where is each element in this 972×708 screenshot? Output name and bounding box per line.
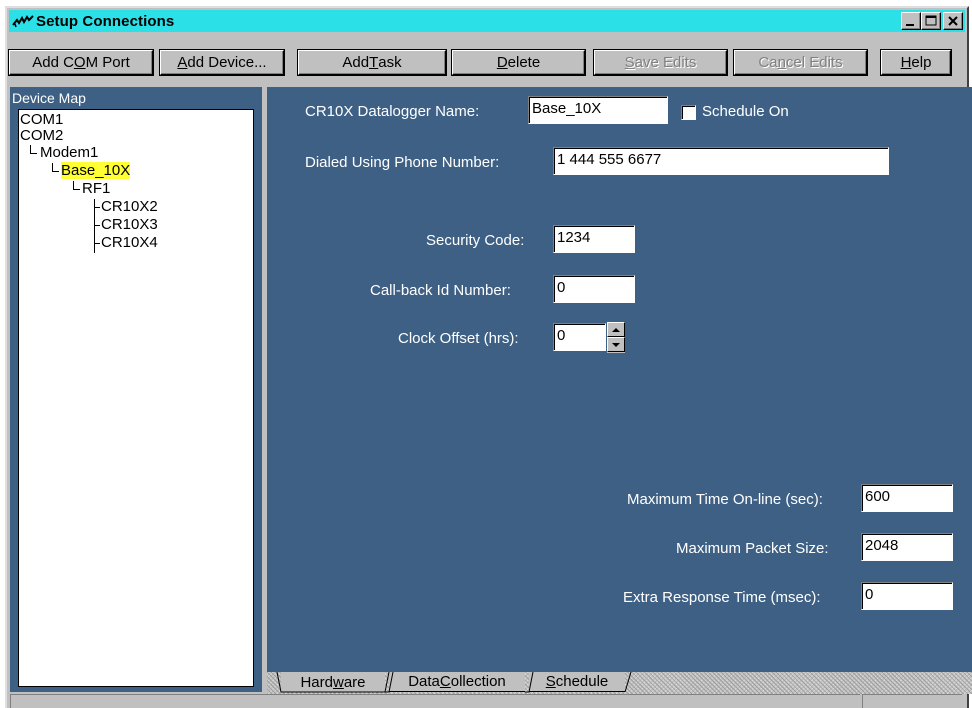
spin-up-button[interactable] xyxy=(607,322,625,337)
tab-strip: Hard w are Data Collection Schedule xyxy=(267,672,972,694)
save-edits-label-post: ave Edits xyxy=(634,54,697,71)
add-device-label-post: dd Device... xyxy=(187,54,267,71)
tree-item-cr10x2-label: CR10X2 xyxy=(101,198,158,215)
delete-label-accel: D xyxy=(496,54,508,71)
add-com-port-label-post: M Port xyxy=(85,54,130,71)
maximize-icon xyxy=(925,15,937,26)
phone-number-label: Dialed Using Phone Number: xyxy=(305,154,500,171)
schedule-on-label: Schedule On xyxy=(702,103,789,120)
cancel-edits-button[interactable]: Ca n cel Edits xyxy=(734,50,867,75)
max-time-online-input[interactable]: 600 xyxy=(861,484,953,512)
close-icon xyxy=(948,16,958,26)
spin-down-button[interactable] xyxy=(607,337,625,352)
device-tree[interactable]: COM1 COM2 Modem1 Base_10X RF1 CR10X2 CR1… xyxy=(18,109,254,687)
clock-offset-input[interactable]: 0 xyxy=(553,323,606,351)
tree-connector xyxy=(94,207,100,208)
help-label-accel: H xyxy=(900,54,912,71)
tree-item-modem1[interactable]: Modem1 xyxy=(40,144,98,161)
tree-item-rf1[interactable]: RF1 xyxy=(82,180,110,197)
datalogger-name-label: CR10X Datalogger Name: xyxy=(305,103,480,120)
add-com-port-label-pre: Add C xyxy=(32,54,74,71)
down-arrow-icon xyxy=(612,342,620,347)
tree-item-com2-label: COM2 xyxy=(20,127,64,144)
cancel-edits-label-pre: Ca xyxy=(758,54,778,71)
toolbar: Add COM Port Add Device... Add Task Dele… xyxy=(9,34,969,75)
tree-item-rf1-label: RF1 xyxy=(82,180,111,197)
tree-item-com2[interactable]: COM2 xyxy=(20,127,63,144)
hardware-settings-panel: CR10X Datalogger Name: Base_10X Schedule… xyxy=(267,87,972,672)
help-button[interactable]: Help xyxy=(881,50,951,75)
tree-connector xyxy=(94,225,100,226)
datalogger-name-input[interactable]: Base_10X xyxy=(528,96,668,124)
cancel-edits-label-post: cel Edits xyxy=(785,54,843,71)
device-map-title: Device Map xyxy=(12,90,86,106)
minimize-button[interactable] xyxy=(901,12,921,30)
delete-button[interactable]: Delete xyxy=(452,50,585,75)
status-bar-panel xyxy=(862,694,962,708)
max-time-online-label: Maximum Time On-line (sec): xyxy=(627,491,823,508)
schedule-on-checkbox[interactable] xyxy=(681,105,696,120)
antenna-icon xyxy=(12,15,34,28)
tree-item-cr10x3-label: CR10X3 xyxy=(101,216,158,233)
extra-response-time-label: Extra Response Time (msec): xyxy=(623,589,821,606)
tree-item-com1[interactable]: COM1 xyxy=(20,111,63,128)
add-task-label-post: ask xyxy=(378,54,402,71)
max-packet-size-label: Maximum Packet Size: xyxy=(676,540,829,557)
delete-label-post: elete xyxy=(507,54,541,71)
minimize-icon xyxy=(906,24,914,26)
tree-item-cr10x2[interactable]: CR10X2 xyxy=(101,198,158,215)
save-edits-button[interactable]: Save Edits xyxy=(594,50,727,75)
title-bar[interactable]: Setup Connections xyxy=(9,10,965,32)
tree-item-cr10x4-label: CR10X4 xyxy=(101,234,158,251)
phone-number-input[interactable]: 1 444 555 6677 xyxy=(553,147,889,175)
window-title: Setup Connections xyxy=(36,12,175,30)
maximize-button[interactable] xyxy=(921,12,941,30)
tree-item-modem1-label: Modem1 xyxy=(40,144,99,161)
window-controls xyxy=(901,12,963,30)
add-task-label-pre: Add xyxy=(342,54,370,71)
security-code-input[interactable]: 1234 xyxy=(553,225,635,253)
security-code-label: Security Code: xyxy=(426,232,525,249)
device-map-panel: Device Map COM1 COM2 Modem1 Base_10X RF1… xyxy=(10,87,262,692)
callback-id-label: Call-back Id Number: xyxy=(370,282,511,299)
clock-offset-spinner[interactable] xyxy=(607,322,625,353)
add-com-port-button[interactable]: Add COM Port xyxy=(9,50,153,75)
tree-connector xyxy=(30,145,37,154)
save-edits-label-accel: S xyxy=(624,54,635,71)
tree-connector xyxy=(73,181,80,190)
close-button[interactable] xyxy=(943,12,963,30)
clock-offset-label: Clock Offset (hrs): xyxy=(398,330,519,347)
extra-response-time-input[interactable]: 0 xyxy=(861,582,953,610)
tab-outline-decoration xyxy=(276,672,632,693)
tree-connector xyxy=(52,163,59,172)
cancel-edits-label-accel: n xyxy=(777,54,786,71)
add-device-button[interactable]: Add Device... xyxy=(160,50,284,75)
add-device-label-accel: A xyxy=(177,54,188,71)
tree-item-base-10x-label: Base_10X xyxy=(61,162,131,179)
callback-id-input[interactable]: 0 xyxy=(553,275,635,303)
tree-item-cr10x4[interactable]: CR10X4 xyxy=(101,234,158,251)
help-label-post: elp xyxy=(911,54,932,71)
status-bar xyxy=(10,694,860,708)
tree-item-base-10x[interactable]: Base_10X xyxy=(61,162,131,179)
tree-item-cr10x3[interactable]: CR10X3 xyxy=(101,216,158,233)
add-com-port-label-accel: O xyxy=(73,54,86,71)
tree-item-com1-label: COM1 xyxy=(20,111,64,128)
max-packet-size-input[interactable]: 2048 xyxy=(861,533,953,561)
up-arrow-icon xyxy=(612,327,620,332)
add-task-label-accel: T xyxy=(369,54,379,71)
add-task-button[interactable]: Add Task xyxy=(298,50,446,75)
tree-connector xyxy=(94,243,100,244)
